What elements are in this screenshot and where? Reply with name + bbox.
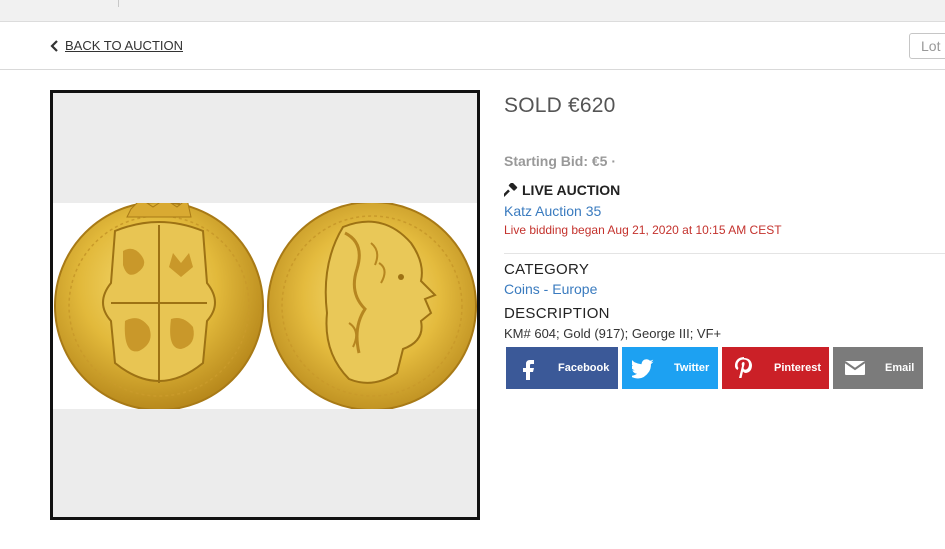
back-to-auction-label: BACK TO AUCTION bbox=[65, 38, 183, 53]
email-icon bbox=[844, 361, 866, 375]
back-to-auction-link[interactable]: BACK TO AUCTION bbox=[50, 38, 183, 53]
gold-guinea-coin-image bbox=[54, 203, 477, 409]
coin-reverse bbox=[54, 203, 264, 409]
email-label: Email bbox=[885, 362, 915, 374]
twitter-icon bbox=[632, 359, 654, 379]
details-divider bbox=[504, 253, 945, 254]
lot-jump-input[interactable]: Lot bbox=[909, 33, 945, 59]
pinterest-share-button[interactable]: Pinterest bbox=[722, 347, 829, 389]
gavel-icon bbox=[504, 183, 518, 197]
live-auction-label: LIVE AUCTION bbox=[522, 182, 621, 198]
category-heading: CATEGORY bbox=[504, 261, 590, 278]
live-auction-badge: LIVE AUCTION bbox=[504, 182, 620, 198]
description-heading: DESCRIPTION bbox=[504, 305, 610, 322]
pinterest-label: Pinterest bbox=[774, 362, 822, 374]
starting-bid: Starting Bid: €5 · bbox=[504, 153, 617, 169]
pinterest-icon bbox=[734, 357, 752, 378]
lot-image-viewer[interactable] bbox=[50, 90, 480, 520]
twitter-label: Twitter bbox=[674, 362, 710, 374]
email-share-button[interactable]: Email bbox=[833, 347, 923, 389]
facebook-share-button[interactable]: Facebook bbox=[506, 347, 618, 389]
coin-obverse bbox=[267, 203, 477, 409]
facebook-icon bbox=[523, 360, 534, 380]
description-text: KM# 604; Gold (917); George III; VF+ bbox=[504, 326, 722, 341]
facebook-label: Facebook bbox=[558, 362, 610, 374]
browser-top-strip bbox=[0, 0, 945, 22]
chevron-left-icon bbox=[50, 39, 58, 52]
auction-name-link[interactable]: Katz Auction 35 bbox=[504, 203, 601, 219]
share-buttons: Facebook Twitter Pinterest Email bbox=[506, 347, 927, 389]
sub-navigation-bar: BACK TO AUCTION Lot bbox=[0, 22, 945, 70]
top-strip-divider bbox=[118, 0, 119, 7]
twitter-share-button[interactable]: Twitter bbox=[622, 347, 718, 389]
sold-price: SOLD €620 bbox=[504, 94, 616, 117]
category-link[interactable]: Coins - Europe bbox=[504, 281, 597, 297]
lot-jump-placeholder: Lot bbox=[921, 38, 941, 54]
live-bidding-start-notice: Live bidding began Aug 21, 2020 at 10:15… bbox=[504, 223, 782, 237]
